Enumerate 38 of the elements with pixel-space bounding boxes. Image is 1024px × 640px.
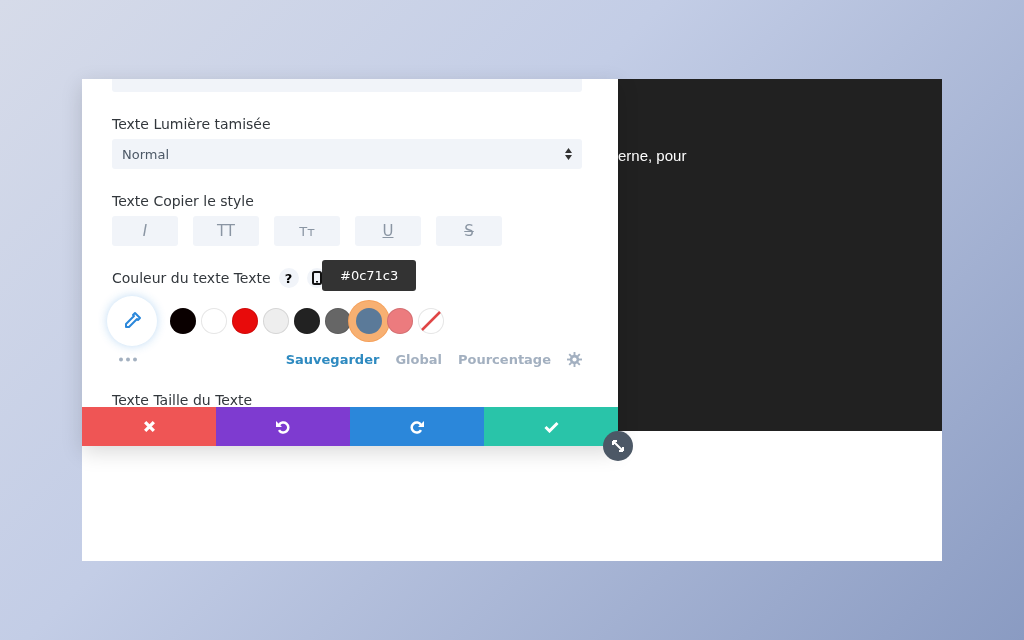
field-label: Couleur du texte Texte — [112, 270, 271, 286]
close-icon — [142, 420, 156, 433]
color-swatch[interactable] — [387, 308, 413, 334]
color-swatch[interactable] — [201, 308, 227, 334]
text-style-button[interactable]: TT — [193, 216, 259, 246]
phone-icon — [311, 271, 322, 285]
resize-icon — [611, 439, 625, 453]
field-label: Texte Taille du Texte — [112, 392, 254, 407]
redo-icon — [409, 418, 425, 435]
color-tooltip: #0c71c3 — [322, 260, 417, 291]
color-swatch[interactable] — [325, 308, 351, 334]
check-icon — [543, 420, 559, 433]
text-style-button[interactable]: U — [355, 216, 421, 246]
undo-icon — [275, 418, 291, 435]
palette-tab[interactable]: Global — [395, 351, 442, 367]
eyedropper-button[interactable] — [107, 296, 157, 346]
save-button[interactable] — [484, 407, 618, 446]
sort-arrows-icon — [565, 148, 572, 160]
clear-color-swatch[interactable] — [418, 308, 444, 334]
color-swatch[interactable] — [170, 308, 196, 334]
palette-tab[interactable]: Pourcentage — [458, 351, 551, 367]
text-style-button[interactable]: Tт — [274, 216, 340, 246]
select-field[interactable] — [112, 79, 582, 92]
field-label: Texte Lumière tamisée — [112, 116, 272, 132]
text-style-button[interactable]: I — [112, 216, 178, 246]
color-swatch[interactable] — [232, 308, 258, 334]
palette-tab[interactable]: Sauvegarder — [285, 351, 380, 367]
settings-icon[interactable] — [567, 351, 582, 367]
more-icon[interactable] — [118, 356, 138, 362]
color-swatch[interactable] — [263, 308, 289, 334]
select-field[interactable]: Normal — [112, 139, 582, 169]
color-swatch[interactable] — [294, 308, 320, 334]
help-button[interactable]: ? — [278, 268, 299, 288]
eyedropper-icon — [122, 311, 142, 331]
field-label: Texte Copier le style — [112, 193, 255, 209]
text-style-button[interactable]: S — [436, 216, 502, 246]
resize-handle[interactable] — [603, 431, 633, 461]
preview-text: erne, pour — [618, 147, 687, 164]
